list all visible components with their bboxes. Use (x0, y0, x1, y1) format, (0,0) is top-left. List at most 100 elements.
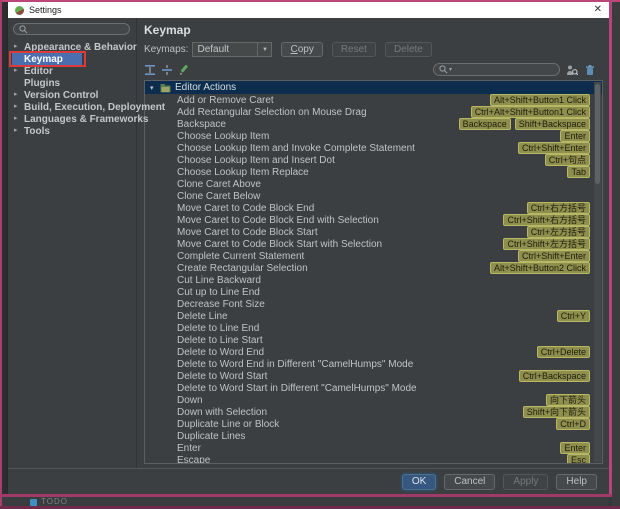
frame-border-dialog-bottom (0, 494, 612, 497)
edit-shortcut-icon[interactable] (178, 64, 190, 76)
action-row-choose-lookup-item-and-invoke-complete-statement[interactable]: Choose Lookup Item and Invoke Complete S… (145, 142, 602, 154)
action-label: Cut Line Backward (177, 275, 261, 286)
sidebar-item-appearance-behavior[interactable]: ▸Appearance & Behavior (8, 41, 136, 53)
action-row-clone-caret-below[interactable]: Clone Caret Below (145, 190, 602, 202)
action-row-move-caret-to-code-block-start-with-selection[interactable]: Move Caret to Code Block Start with Sele… (145, 238, 602, 250)
close-icon[interactable]: ✕ (594, 5, 602, 15)
shortcut-badge: Ctrl+Delete (537, 346, 590, 358)
cancel-button[interactable]: Cancel (444, 474, 495, 490)
action-row-down-with-selection[interactable]: Down with SelectionShift+向下箭头 (145, 406, 602, 418)
expand-arrow-icon[interactable]: ▸ (14, 101, 24, 113)
expand-arrow-icon[interactable]: ▸ (14, 41, 24, 53)
help-button[interactable]: Help (556, 474, 597, 490)
expand-arrow-icon[interactable]: ▸ (14, 89, 24, 101)
action-row-enter[interactable]: EnterEnter (145, 442, 602, 454)
shortcut-badge: Ctrl+Shift+Enter (518, 250, 590, 262)
action-row-move-caret-to-code-block-start[interactable]: Move Caret to Code Block StartCtrl+左方括号 (145, 226, 602, 238)
action-row-delete-to-word-end[interactable]: Delete to Word EndCtrl+Delete (145, 346, 602, 358)
action-row-choose-lookup-item[interactable]: Choose Lookup ItemEnter (145, 130, 602, 142)
expand-arrow-icon[interactable]: ▸ (14, 65, 24, 77)
action-label: Cut up to Line End (177, 287, 260, 298)
action-row-move-caret-to-code-block-end-with-selection[interactable]: Move Caret to Code Block End with Select… (145, 214, 602, 226)
expand-all-icon[interactable] (144, 64, 156, 76)
collapse-arrow-icon[interactable]: ▾ (150, 84, 160, 92)
find-actions-by-shortcut-icon[interactable] (566, 64, 578, 76)
copy-button[interactable]: Copy (281, 42, 322, 57)
action-row-decrease-font-size[interactable]: Decrease Font Size (145, 298, 602, 310)
todo-tool-window-icon[interactable] (30, 499, 37, 506)
expand-arrow-icon[interactable]: ▸ (14, 113, 24, 125)
reset-button[interactable]: Reset (332, 42, 376, 57)
shortcut-badge: Backspace (459, 118, 511, 130)
chevron-down-icon[interactable]: ▼ (257, 43, 271, 56)
action-label: Move Caret to Code Block End with Select… (177, 215, 379, 226)
action-label: Clone Caret Below (177, 191, 260, 202)
shortcut-badge: Ctrl+Shift+Enter (518, 142, 590, 154)
shortcut-badge: Shift+Backspace (515, 118, 590, 130)
action-row-move-caret-to-code-block-end[interactable]: Move Caret to Code Block EndCtrl+右方括号 (145, 202, 602, 214)
action-row-add-rectangular-selection-on-mouse-drag[interactable]: Add Rectangular Selection on Mouse DragC… (145, 106, 602, 118)
action-row-cut-line-backward[interactable]: Cut Line Backward (145, 274, 602, 286)
clear-filter-trash-icon[interactable] (584, 64, 596, 76)
action-row-choose-lookup-item-replace[interactable]: Choose Lookup Item ReplaceTab (145, 166, 602, 178)
action-row-duplicate-lines[interactable]: Duplicate Lines (145, 430, 602, 442)
action-label: Delete to Word Start (177, 371, 267, 382)
action-row-delete-to-word-start[interactable]: Delete to Word StartCtrl+Backspace (145, 370, 602, 382)
action-row-delete-to-line-end[interactable]: Delete to Line End (145, 322, 602, 334)
action-label: Delete Line (177, 311, 228, 322)
action-row-delete-to-word-start-in-different-camelhumps-mode[interactable]: Delete to Word Start in Different "Camel… (145, 382, 602, 394)
collapse-all-icon[interactable] (161, 64, 173, 76)
keymap-toolbar: ▾ (144, 63, 609, 76)
action-label: Move Caret to Code Block Start with Sele… (177, 239, 382, 250)
sidebar-item-tools[interactable]: ▸Tools (8, 125, 136, 137)
scrollbar[interactable] (594, 82, 601, 462)
sidebar-item-label: Build, Execution, Deployment (24, 102, 165, 113)
action-group-row[interactable]: ▾ Editor Actions (145, 81, 602, 94)
search-icon (19, 25, 28, 34)
shortcut-badge: Alt+Shift+Button1 Click (490, 94, 590, 106)
action-row-cut-up-to-line-end[interactable]: Cut up to Line End (145, 286, 602, 298)
action-row-delete-line[interactable]: Delete Line Ctrl+Y (145, 310, 602, 322)
action-row-clone-caret-above[interactable]: Clone Caret Above (145, 178, 602, 190)
keymap-action-list: ▾ Editor Actions Add or Remove CaretAlt+… (144, 80, 603, 464)
scrollbar-thumb[interactable] (595, 84, 600, 184)
action-row-choose-lookup-item-and-insert-dot[interactable]: Choose Lookup Item and Insert DotCtrl+句点 (145, 154, 602, 166)
action-row-add-or-remove-caret[interactable]: Add or Remove CaretAlt+Shift+Button1 Cli… (145, 94, 602, 106)
shortcut-badge: Ctrl+左方括号 (527, 226, 590, 238)
action-row-backspace[interactable]: Backspace Backspace Shift+Backspace (145, 118, 602, 130)
action-row-create-rectangular-selection[interactable]: Create Rectangular SelectionAlt+Shift+Bu… (145, 262, 602, 274)
action-label: Choose Lookup Item Replace (177, 167, 309, 178)
action-row-delete-to-line-start[interactable]: Delete to Line Start (145, 334, 602, 346)
action-row-delete-to-word-end-in-different-camelhumps-mode[interactable]: Delete to Word End in Different "CamelHu… (145, 358, 602, 370)
expand-arrow-icon[interactable]: ▸ (14, 125, 24, 137)
search-options-arrow-icon[interactable]: ▾ (449, 66, 452, 73)
frame-border-top (0, 0, 620, 2)
sidebar-item-build-execution-deployment[interactable]: ▸Build, Execution, Deployment (8, 101, 136, 113)
sidebar-item-keymap[interactable]: Keymap (8, 53, 136, 65)
sidebar-search-input[interactable] (13, 23, 130, 35)
action-label: Backspace (177, 119, 226, 130)
sidebar-item-languages-frameworks[interactable]: ▸Languages & Frameworks (8, 113, 136, 125)
sidebar-item-plugins[interactable]: Plugins (8, 77, 136, 89)
keymap-select[interactable]: Default ▼ (192, 42, 272, 57)
action-label: Create Rectangular Selection (177, 263, 308, 274)
sidebar-item-label: Editor (24, 66, 53, 77)
sidebar-item-label: Version Control (24, 90, 98, 101)
apply-button[interactable]: Apply (503, 474, 548, 490)
action-label: Complete Current Statement (177, 251, 304, 262)
sidebar-item-label: Keymap (24, 54, 63, 65)
action-row-complete-current-statement[interactable]: Complete Current Statement Ctrl+Shift+Ent… (145, 250, 602, 262)
shortcut-badge: Enter (560, 130, 590, 142)
ok-button[interactable]: OK (402, 474, 436, 490)
sidebar-item-version-control[interactable]: ▸Version Control (8, 89, 136, 101)
action-label: Add Rectangular Selection on Mouse Drag (177, 107, 367, 118)
action-row-down[interactable]: Down向下箭头 (145, 394, 602, 406)
shortcut-badge: Ctrl+Y (557, 310, 590, 322)
action-row-duplicate-line-or-block[interactable]: Duplicate Line or BlockCtrl+D (145, 418, 602, 430)
delete-button[interactable]: Delete (385, 42, 432, 57)
sidebar-item-editor[interactable]: ▸Editor (8, 65, 136, 77)
action-row-escape[interactable]: EscapeEsc (145, 454, 602, 464)
actions-search-input[interactable]: ▾ (433, 63, 560, 76)
dialog-footer: OK Cancel Apply Help (8, 468, 609, 494)
window-title: Settings (29, 5, 62, 15)
